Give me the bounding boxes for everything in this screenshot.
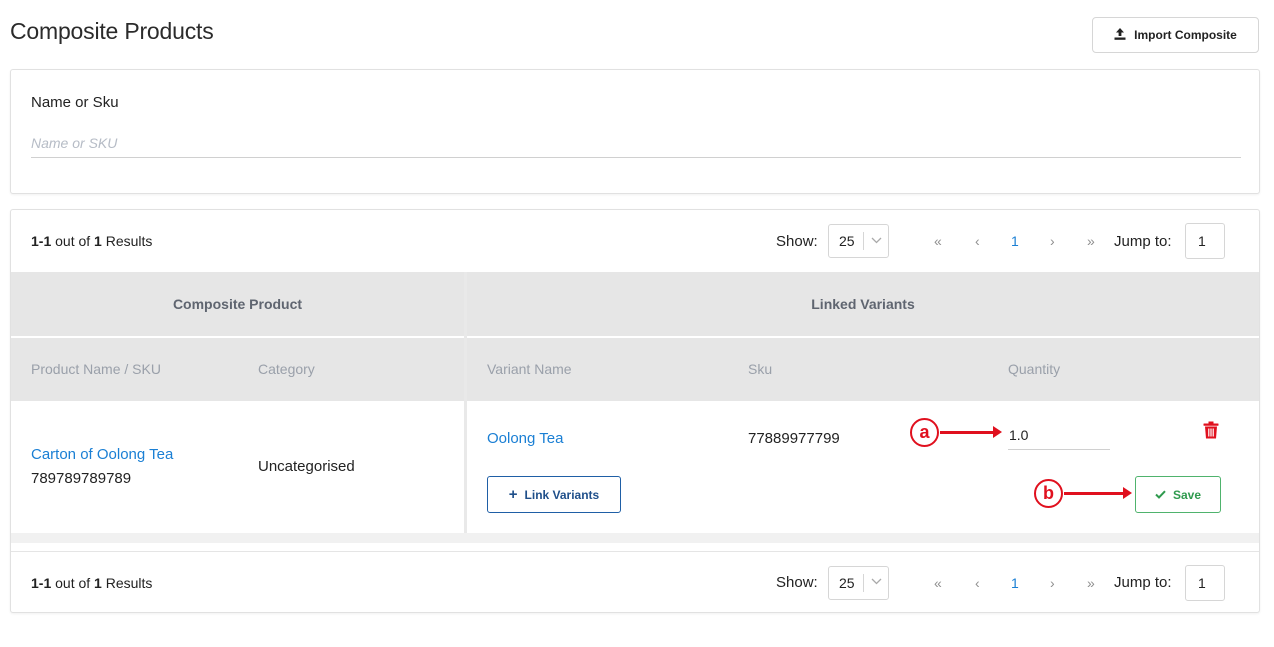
last-page-button[interactable]: »: [1087, 233, 1095, 249]
upload-icon: [1114, 28, 1126, 42]
jump-to-label: Jump to:: [1114, 574, 1172, 591]
column-header-variant-name: Variant Name: [487, 361, 572, 377]
jump-to-input[interactable]: [1185, 564, 1225, 601]
product-name-link[interactable]: Carton of Oolong Tea: [31, 446, 173, 463]
plus-icon: +: [508, 486, 518, 503]
first-page-button[interactable]: «: [934, 575, 942, 591]
next-page-button[interactable]: ›: [1050, 233, 1055, 249]
product-sku: 789789789789: [31, 470, 132, 487]
pagination-top: 1-1 out of 1 Results Show: 25 « ‹ 1 › » …: [11, 210, 1259, 272]
next-page-button[interactable]: ›: [1050, 575, 1055, 591]
chevron-down-icon: [864, 577, 888, 588]
annotation-arrow-b: [1064, 487, 1132, 499]
filter-label: Name or Sku: [31, 94, 119, 111]
column-header-quantity: Quantity: [1008, 361, 1061, 377]
page-size-select[interactable]: 25: [828, 565, 889, 600]
filter-card: Name or Sku: [10, 69, 1260, 194]
pagination-bottom: 1-1 out of 1 Results Show: 25 « ‹ 1 › » …: [11, 551, 1259, 613]
annotation-marker-b: b: [1034, 479, 1063, 508]
prev-page-button[interactable]: ‹: [975, 233, 980, 249]
quantity-input[interactable]: [1008, 420, 1110, 450]
import-composite-label: Import Composite: [1134, 28, 1237, 42]
last-page-button[interactable]: »: [1087, 575, 1095, 591]
current-page-button[interactable]: 1: [1011, 233, 1019, 249]
jump-to-label: Jump to:: [1114, 232, 1172, 250]
current-page-button[interactable]: 1: [1011, 575, 1019, 591]
page-title: Composite Products: [10, 18, 214, 44]
results-count: 1-1 out of 1 Results: [31, 574, 153, 591]
column-header-sku: Sku: [748, 361, 773, 377]
check-icon: [1155, 488, 1166, 502]
chevron-down-icon: [864, 236, 888, 247]
jump-to-input[interactable]: [1185, 223, 1225, 259]
show-label: Show:: [776, 574, 818, 591]
composite-product-group-header: Composite Product: [11, 272, 464, 336]
column-header-product: Product Name / SKU: [31, 361, 161, 377]
first-page-button[interactable]: «: [934, 233, 942, 249]
annotation-marker-a: a: [910, 418, 939, 447]
import-composite-button[interactable]: Import Composite: [1092, 17, 1259, 53]
variant-name-link[interactable]: Oolong Tea: [487, 430, 563, 447]
annotation-arrow-a: [940, 426, 1002, 438]
name-or-sku-input[interactable]: [31, 128, 1241, 158]
show-label: Show:: [776, 232, 818, 250]
variant-sku: 77889977799: [748, 430, 840, 447]
linked-variants-group-header: Linked Variants: [467, 272, 1259, 336]
column-header-category: Category: [258, 361, 315, 377]
prev-page-button[interactable]: ‹: [975, 575, 980, 591]
product-category: Uncategorised: [258, 458, 355, 475]
trash-icon[interactable]: [1203, 421, 1219, 439]
results-count: 1-1 out of 1 Results: [31, 233, 153, 249]
page-size-select[interactable]: 25: [828, 224, 889, 258]
save-button[interactable]: Save: [1135, 476, 1221, 513]
link-variants-button[interactable]: + Link Variants: [487, 476, 621, 513]
results-card: 1-1 out of 1 Results Show: 25 « ‹ 1 › » …: [10, 209, 1260, 613]
